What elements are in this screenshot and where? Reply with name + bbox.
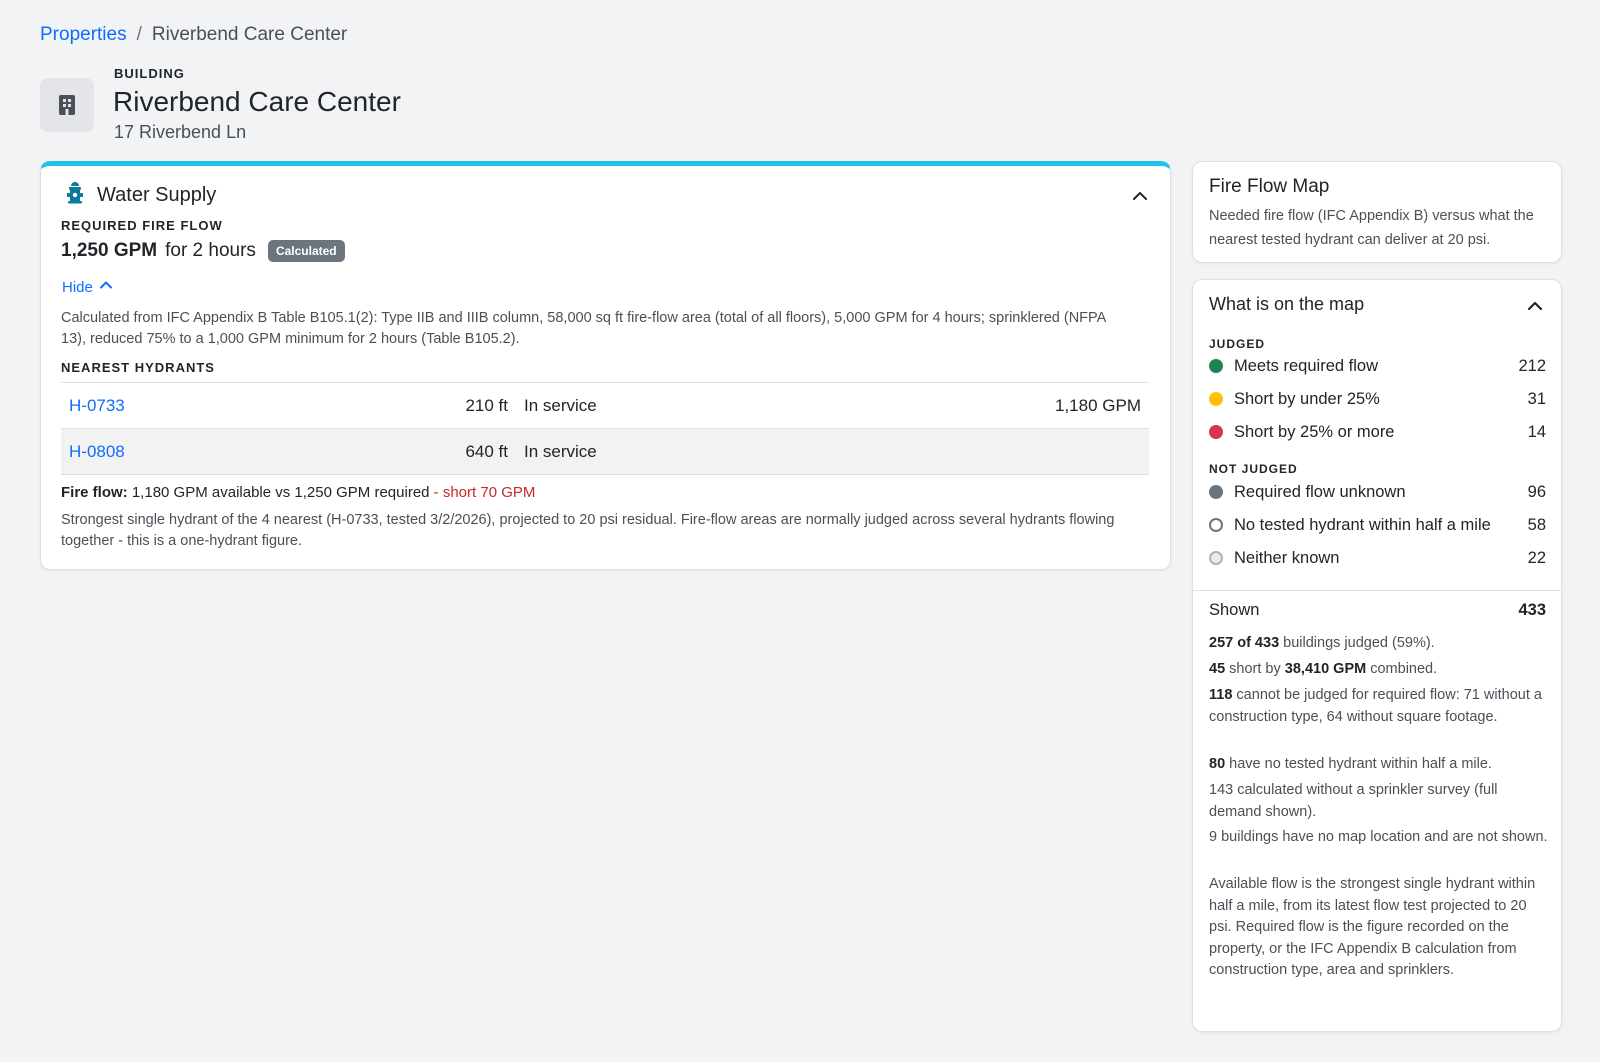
green-dot-icon xyxy=(1209,359,1223,373)
required-fire-flow-value: 1,250 GPM for 2 hours Calculated xyxy=(61,240,345,262)
chevron-up-icon[interactable] xyxy=(1525,296,1545,316)
stat-no-hydrant-text: have no tested hydrant within half a mil… xyxy=(1225,756,1492,772)
stat-judged-count: 257 of 433 xyxy=(1209,635,1280,651)
stat-cannot-count: 118 xyxy=(1209,687,1233,703)
stat-short: 45 short by 38,410 GPM combined. xyxy=(1209,659,1549,681)
legend-count: 96 xyxy=(1527,482,1546,501)
hydrant-status: In service xyxy=(524,395,597,415)
stat-judged-text: buildings judged (59%). xyxy=(1279,635,1435,651)
stat-no-hydrant: 80 have no tested hydrant within half a … xyxy=(1209,754,1549,776)
legend-count: 212 xyxy=(1518,356,1546,375)
hydrant-distance: 640 ft xyxy=(465,441,508,461)
breadcrumb-current: Riverbend Care Center xyxy=(151,24,348,45)
legend-item: Short by under 25% 31 xyxy=(1209,387,1546,411)
fire-flow-shortfall: - short 70 GPM xyxy=(433,484,536,501)
chevron-up-small-icon xyxy=(99,278,113,296)
fire-flow-calculation-text: Calculated from IFC Appendix B Table B10… xyxy=(61,310,1106,347)
stat-short-count: 45 xyxy=(1209,661,1226,677)
legend-label: Short by 25% or more xyxy=(1234,422,1395,441)
legend-label: Meets required flow xyxy=(1234,356,1378,375)
shown-count: 433 xyxy=(1518,601,1546,619)
stat-short-end: combined. xyxy=(1366,661,1438,677)
stat-no-location: 9 buildings have no map location and are… xyxy=(1209,829,1548,845)
hydrant-icon xyxy=(65,182,85,209)
light-ring-icon xyxy=(1209,551,1223,565)
breadcrumb: Properties / Riverbend Care Center xyxy=(40,24,347,46)
stat-sprinkler: 143 calculated without a sprinkler surve… xyxy=(1209,782,1498,820)
gray-dot-icon xyxy=(1209,485,1223,499)
water-supply-card: Water Supply REQUIRED FIRE FLOW 1,250 GP… xyxy=(40,161,1171,570)
fire-flow-map-title: Fire Flow Map xyxy=(1209,176,1330,197)
gray-ring-icon xyxy=(1209,518,1223,532)
stat-cannot-judge: 118 cannot be judged for required flow: … xyxy=(1209,685,1549,728)
calculated-badge: Calculated xyxy=(267,240,345,262)
required-fire-flow-label: REQUIRED FIRE FLOW xyxy=(61,218,223,233)
shown-label: Shown xyxy=(1209,601,1260,619)
table-row: H-0733 210 ft In service 1,180 GPM xyxy=(61,382,1149,429)
legend-item: Meets required flow 212 xyxy=(1209,354,1546,378)
hide-details-toggle[interactable]: Hide xyxy=(62,278,113,296)
chevron-up-icon[interactable] xyxy=(1130,186,1150,206)
yellow-dot-icon xyxy=(1209,392,1223,406)
legend-count: 14 xyxy=(1527,422,1546,441)
fire-flow-label: Fire flow: xyxy=(61,484,128,501)
fire-flow-note: Strongest single hydrant of the 4 neares… xyxy=(61,512,1115,549)
building-kicker: BUILDING xyxy=(114,66,185,81)
map-legend-title: What is on the map xyxy=(1209,294,1365,314)
building-address: 17 Riverbend Ln xyxy=(114,122,247,142)
required-flow-duration: for 2 hours xyxy=(165,240,256,261)
not-judged-group-label: NOT JUDGED xyxy=(1209,462,1298,476)
map-legend-card: What is on the map JUDGED Meets required… xyxy=(1192,279,1562,1032)
hydrant-status: In service xyxy=(524,441,597,461)
legend-item: Short by 25% or more 14 xyxy=(1209,420,1546,444)
hydrant-link[interactable]: H-0733 xyxy=(69,396,125,415)
stat-judged: 257 of 433 buildings judged (59%). xyxy=(1209,633,1549,655)
divider xyxy=(1193,590,1561,591)
water-supply-title: Water Supply xyxy=(97,184,217,206)
stat-short-gpm: 38,410 GPM xyxy=(1284,661,1367,677)
red-dot-icon xyxy=(1209,425,1223,439)
legend-label: Short by under 25% xyxy=(1234,389,1380,408)
legend-count: 58 xyxy=(1527,515,1546,534)
hydrant-link[interactable]: H-0808 xyxy=(69,442,125,461)
fire-flow-map-description: Needed fire flow (IFC Appendix B) versus… xyxy=(1209,208,1534,248)
breadcrumb-properties-link[interactable]: Properties xyxy=(40,24,127,46)
legend-item: No tested hydrant within half a mile 58 xyxy=(1209,513,1546,537)
required-flow-gpm: 1,250 GPM xyxy=(61,240,158,261)
fire-flow-map-card: Fire Flow Map Needed fire flow (IFC Appe… xyxy=(1192,161,1562,263)
hydrant-flow xyxy=(816,429,1149,475)
legend-item: Neither known 22 xyxy=(1209,546,1546,570)
legend-count: 22 xyxy=(1527,548,1546,567)
table-row: H-0808 640 ft In service xyxy=(61,428,1149,475)
shown-total: Shown 433 xyxy=(1209,601,1546,620)
stat-methodology: Available flow is the strongest single h… xyxy=(1209,876,1536,978)
hydrants-table: H-0733 210 ft In service 1,180 GPM H-080… xyxy=(61,382,1149,475)
fire-flow-summary: Fire flow: 1,180 GPM available vs 1,250 … xyxy=(61,484,535,501)
hydrant-distance: 210 ft xyxy=(465,395,508,415)
legend-label: No tested hydrant within half a mile xyxy=(1234,515,1491,534)
legend-label: Required flow unknown xyxy=(1234,482,1406,501)
breadcrumb-separator: / xyxy=(136,24,142,45)
legend-count: 31 xyxy=(1527,389,1546,408)
nearest-hydrants-label: NEAREST HYDRANTS xyxy=(61,360,215,375)
water-supply-header: Water Supply xyxy=(65,182,216,209)
stat-no-hydrant-count: 80 xyxy=(1209,756,1226,772)
building-icon xyxy=(40,78,94,132)
legend-item: Required flow unknown 96 xyxy=(1209,480,1546,504)
hydrant-flow: 1,180 GPM xyxy=(1055,395,1141,415)
legend-label: Neither known xyxy=(1234,548,1340,567)
stat-short-mid: short by xyxy=(1225,661,1285,677)
judged-group-label: JUDGED xyxy=(1209,337,1266,351)
fire-flow-available: 1,180 GPM available vs 1,250 GPM require… xyxy=(131,484,430,501)
hide-label: Hide xyxy=(62,278,93,296)
stat-cannot-text: cannot be judged for required flow: 71 w… xyxy=(1209,687,1542,725)
page-title: Riverbend Care Center xyxy=(113,86,401,117)
